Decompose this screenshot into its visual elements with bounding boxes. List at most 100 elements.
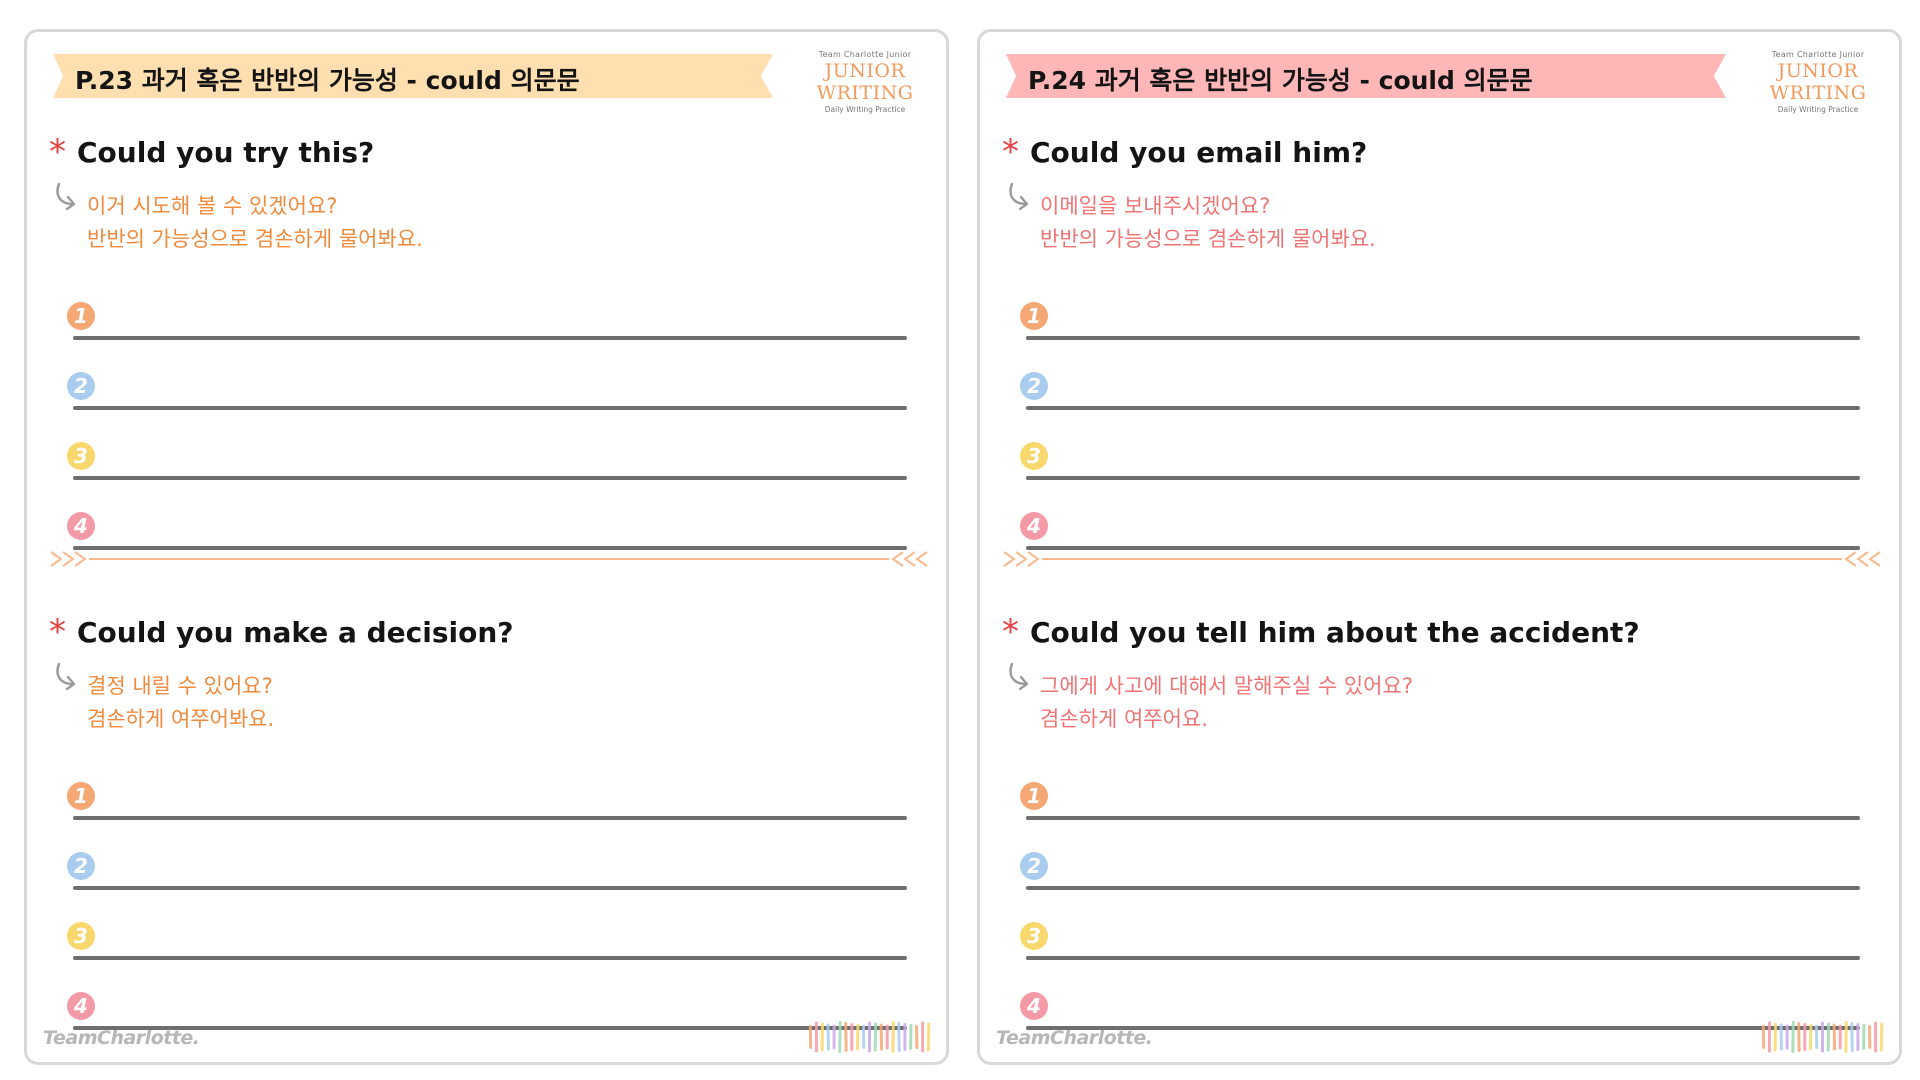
stripe [832, 1024, 836, 1050]
hint-line-1: 이거 시도해 볼 수 있겠어요? [87, 194, 338, 218]
stripe [1821, 1021, 1824, 1053]
stripe [1773, 1022, 1778, 1052]
number-badge: 2 [67, 372, 95, 400]
section-divider [50, 551, 928, 567]
answer-lines: 1 2 3 4 [49, 292, 919, 572]
footer-logo: TeamCharlotte. [43, 1027, 200, 1049]
worksheet-page-23: P.23 과거 혹은 반반의 가능성 - could 의문문 Team Char… [24, 29, 949, 1065]
stripe [1838, 1024, 1842, 1050]
answer-line-2[interactable]: 2 [49, 842, 919, 912]
brand-sub-text: Daily Writing Practice [1777, 105, 1859, 114]
answer-line-1[interactable]: 1 [49, 292, 919, 362]
stripe [1832, 1023, 1837, 1051]
stripe [808, 1024, 813, 1049]
number-badge: 2 [1020, 372, 1048, 400]
brand-main-text: JUNIOR WRITING [1769, 60, 1867, 104]
question-1: * Could you try this? 이거 시도해 볼 수 있겠어요? 반… [49, 132, 919, 550]
number-badge: 4 [1020, 512, 1048, 540]
number-badge: 3 [1020, 922, 1048, 950]
stripe [1785, 1024, 1789, 1050]
stripe [897, 1021, 901, 1052]
hint-line-1: 그에게 사고에 대해서 말해주실 수 있어요? [1040, 674, 1413, 698]
korean-hint: 이메일을 보내주시겠어요? 반반의 가능성으로 겸손하게 물어봐요. [1040, 190, 1376, 256]
stripe [826, 1023, 830, 1051]
asterisk-icon: * [1002, 612, 1019, 652]
stripe [926, 1022, 931, 1052]
number-badge: 1 [67, 782, 95, 810]
answer-line-2[interactable]: 2 [49, 362, 919, 432]
stripe [838, 1021, 842, 1054]
stripe [1856, 1023, 1860, 1051]
curved-arrow-icon [56, 662, 76, 691]
stripe [891, 1021, 895, 1054]
title-ribbon: P.24 과거 혹은 반반의 가능성 - could 의문문 [1006, 54, 1726, 98]
asterisk-icon: * [49, 612, 66, 652]
answer-line-3[interactable]: 3 [49, 912, 919, 982]
section-divider [1003, 551, 1881, 567]
curved-arrow-icon [1009, 182, 1029, 211]
title-ribbon: P.23 과거 혹은 반반의 가능성 - could 의문문 [53, 54, 773, 98]
answer-line-3[interactable]: 3 [1002, 912, 1872, 982]
number-badge: 1 [67, 302, 95, 330]
answer-line-1[interactable]: 1 [1002, 292, 1872, 362]
stripe [844, 1021, 848, 1052]
hint-line-2: 반반의 가능성으로 겸손하게 물어봐요. [87, 227, 423, 251]
footer-logo: TeamCharlotte. [996, 1027, 1153, 1049]
brand-main-text: JUNIOR WRITING [816, 60, 914, 104]
number-badge: 3 [1020, 442, 1048, 470]
stripe [1844, 1021, 1848, 1054]
stripe [873, 1022, 878, 1052]
brand-top-text: Team Charlotte Junior [1771, 50, 1865, 59]
answer-lines: 1 2 3 4 [49, 772, 919, 1052]
stripe [820, 1022, 825, 1052]
brand-top-text: Team Charlotte Junior [818, 50, 912, 59]
stripe [814, 1021, 818, 1053]
asterisk-icon: * [49, 132, 66, 172]
hint-line-2: 겸손하게 여쭈어요. [1040, 707, 1208, 731]
stripe [1803, 1023, 1807, 1051]
answer-line-2[interactable]: 2 [1002, 362, 1872, 432]
brand-logo: Team Charlotte Junior JUNIOR WRITING Dai… [803, 50, 927, 114]
stripe [1791, 1021, 1795, 1054]
answer-line-2[interactable]: 2 [1002, 842, 1872, 912]
stripe [879, 1023, 884, 1051]
stripe [885, 1024, 889, 1050]
answer-line-3[interactable]: 3 [1002, 432, 1872, 502]
number-badge: 2 [67, 852, 95, 880]
page-title: P.24 과거 혹은 반반의 가능성 - could 의문문 [1028, 66, 1533, 95]
stripe [1850, 1021, 1854, 1052]
stripe [1808, 1024, 1813, 1051]
korean-hint: 이거 시도해 볼 수 있겠어요? 반반의 가능성으로 겸손하게 물어봐요. [87, 190, 423, 256]
brand-sub-text: Daily Writing Practice [824, 105, 906, 114]
question-1: * Could you email him? 이메일을 보내주시겠어요? 반반의… [1002, 132, 1872, 550]
answer-line-1[interactable]: 1 [1002, 772, 1872, 842]
stripe [1826, 1022, 1831, 1052]
decorative-stripes [1761, 1021, 1884, 1054]
stripe [915, 1024, 919, 1049]
question-text: Could you tell him about the accident? [1030, 616, 1640, 649]
korean-hint: 결정 내릴 수 있어요? 겸손하게 여쭈어봐요. [87, 670, 274, 736]
decorative-stripes [808, 1021, 931, 1054]
answer-line-1[interactable]: 1 [49, 772, 919, 842]
number-badge: 4 [67, 512, 95, 540]
answer-line-3[interactable]: 3 [49, 432, 919, 502]
worksheet-page-24: P.24 과거 혹은 반반의 가능성 - could 의문문 Team Char… [977, 29, 1902, 1065]
answer-lines: 1 2 3 4 [1002, 772, 1872, 1052]
stripe [921, 1021, 925, 1053]
number-badge: 4 [1020, 992, 1048, 1020]
stripe [855, 1024, 860, 1051]
number-badge: 2 [1020, 852, 1048, 880]
question-2: * Could you make a decision? 결정 내릴 수 있어요… [49, 612, 919, 1030]
question-2: * Could you tell him about the accident?… [1002, 612, 1872, 1030]
korean-hint: 그에게 사고에 대해서 말해주실 수 있어요? 겸손하게 여쭈어요. [1040, 670, 1413, 736]
number-badge: 3 [67, 442, 95, 470]
stripe [903, 1023, 907, 1051]
hint-line-1: 결정 내릴 수 있어요? [87, 674, 273, 698]
question-text: Could you make a decision? [77, 616, 514, 649]
number-badge: 1 [1020, 302, 1048, 330]
stripe [1814, 1024, 1819, 1049]
stripe [1797, 1021, 1801, 1052]
asterisk-icon: * [1002, 132, 1019, 172]
stripe [1862, 1024, 1866, 1051]
stripe [1879, 1022, 1884, 1052]
